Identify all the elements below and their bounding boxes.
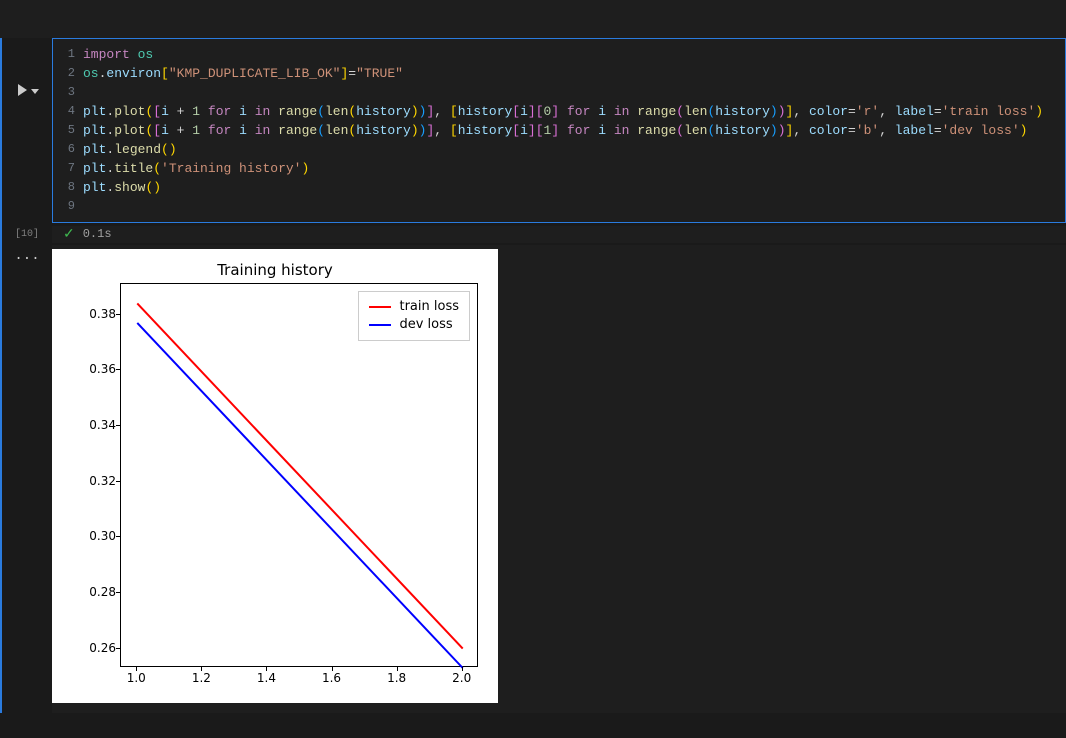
x-tick-label: 1.4 <box>246 671 286 685</box>
y-tick-label: 0.38 <box>66 307 116 321</box>
legend-swatch <box>369 324 391 326</box>
code-content[interactable]: import osos.environ["KMP_DUPLICATE_LIB_O… <box>83 45 1065 216</box>
output-actions[interactable]: ··· <box>2 245 52 713</box>
chart-title: Training history <box>52 261 498 279</box>
y-tick-label: 0.26 <box>66 641 116 655</box>
x-tick-label: 1.6 <box>312 671 352 685</box>
legend-item: train loss <box>369 298 459 316</box>
chart-line <box>137 323 462 668</box>
legend-item: dev loss <box>369 316 459 334</box>
chart-line <box>137 303 462 648</box>
y-tick-label: 0.32 <box>66 474 116 488</box>
execution-counter: [10] <box>2 229 52 240</box>
chart-output: Training history train lossdev loss 0.26… <box>52 249 498 703</box>
code-cell: 123456789 import osos.environ["KMP_DUPLI… <box>0 38 1066 223</box>
legend-swatch <box>369 306 391 308</box>
y-tick-label: 0.30 <box>66 529 116 543</box>
y-tick-label: 0.36 <box>66 362 116 376</box>
legend-label: dev loss <box>399 316 452 334</box>
chart-legend: train lossdev loss <box>358 291 470 341</box>
check-icon: ✓ <box>63 226 75 243</box>
chevron-down-icon <box>31 89 39 94</box>
x-tick-label: 1.8 <box>377 671 417 685</box>
x-tick-label: 1.2 <box>181 671 221 685</box>
legend-label: train loss <box>399 298 459 316</box>
execution-row: [10] ✓ 0.1s <box>0 223 1066 245</box>
play-icon <box>18 84 27 96</box>
output-cell: ··· Training history train lossdev loss … <box>0 245 1066 713</box>
cell-run-button[interactable] <box>18 84 39 96</box>
x-tick-label: 1.0 <box>116 671 156 685</box>
y-tick-label: 0.34 <box>66 418 116 432</box>
execution-time: 0.1s <box>83 227 112 241</box>
code-editor[interactable]: 123456789 import osos.environ["KMP_DUPLI… <box>52 38 1066 223</box>
cell-gutter <box>2 38 52 223</box>
x-tick-label: 2.0 <box>442 671 482 685</box>
line-numbers: 123456789 <box>53 45 83 216</box>
y-tick-label: 0.28 <box>66 585 116 599</box>
